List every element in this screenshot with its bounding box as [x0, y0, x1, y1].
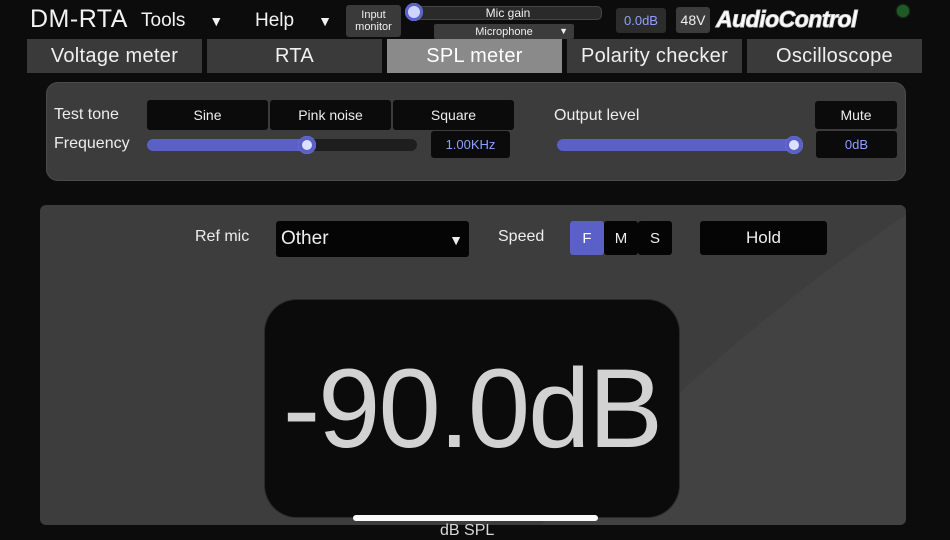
tab-oscilloscope[interactable]: Oscilloscope — [747, 39, 922, 73]
input-monitor-label-1: Input — [361, 9, 386, 21]
mic-source-value: Microphone — [475, 25, 533, 38]
speed-fast-button[interactable]: F — [570, 221, 604, 255]
ref-mic-value: Other — [281, 228, 329, 249]
mic-gain-label: Mic gain — [485, 6, 531, 20]
speed-slow-button[interactable]: S — [638, 221, 672, 255]
speed-label: Speed — [498, 228, 545, 245]
sine-button[interactable]: Sine — [147, 100, 268, 130]
brand-logo: AudioControl — [716, 6, 858, 33]
status-led-icon — [897, 5, 909, 17]
output-level-label: Output level — [554, 107, 640, 124]
speed-medium-button[interactable]: M — [604, 221, 638, 255]
input-monitor-label-2: monitor — [355, 21, 392, 33]
help-menu[interactable]: Help ▼ — [255, 10, 332, 32]
app-title: DM-RTA — [30, 5, 128, 33]
help-menu-label: Help — [255, 10, 295, 31]
gain-value-display: 0.0dB — [616, 8, 666, 33]
chevron-down-icon: ▼ — [209, 13, 224, 29]
phantom-power-button[interactable]: 48V — [676, 7, 710, 33]
frequency-value[interactable]: 1.00KHz — [431, 131, 510, 158]
mic-gain-knob[interactable] — [405, 3, 423, 21]
pink-noise-button[interactable]: Pink noise — [270, 100, 391, 130]
mic-source-select[interactable]: Microphone ▼ — [434, 24, 574, 39]
output-level-slider-knob[interactable] — [785, 136, 803, 154]
tab-spl-meter[interactable]: SPL meter — [387, 39, 562, 73]
tools-menu-label: Tools — [141, 10, 186, 31]
tab-polarity-checker[interactable]: Polarity checker — [567, 39, 742, 73]
hold-button[interactable]: Hold — [700, 221, 827, 255]
tab-rta[interactable]: RTA — [207, 39, 382, 73]
square-button[interactable]: Square — [393, 100, 514, 130]
tab-voltage-meter[interactable]: Voltage meter — [27, 39, 202, 73]
frequency-label: Frequency — [54, 135, 130, 152]
spl-reading-value: -90.0dB — [282, 346, 663, 471]
mute-button[interactable]: Mute — [815, 101, 897, 129]
home-indicator[interactable] — [353, 515, 598, 521]
output-level-slider-fill — [557, 139, 794, 151]
frequency-slider-knob[interactable] — [298, 136, 316, 154]
test-tone-label: Test tone — [54, 106, 119, 123]
ref-mic-select[interactable]: Other ▼ — [276, 221, 469, 257]
chevron-down-icon: ▼ — [559, 26, 568, 36]
ref-mic-label: Ref mic — [195, 228, 250, 245]
input-monitor-button[interactable]: Input monitor — [346, 5, 401, 37]
frequency-slider-fill — [147, 139, 307, 151]
tools-menu[interactable]: Tools ▼ — [141, 10, 223, 32]
chevron-down-icon: ▼ — [449, 232, 463, 248]
unit-caption: dB SPL — [440, 522, 495, 539]
spl-reading-display: -90.0dB — [265, 300, 679, 517]
chevron-down-icon: ▼ — [318, 13, 332, 29]
output-level-value[interactable]: 0dB — [816, 131, 897, 158]
